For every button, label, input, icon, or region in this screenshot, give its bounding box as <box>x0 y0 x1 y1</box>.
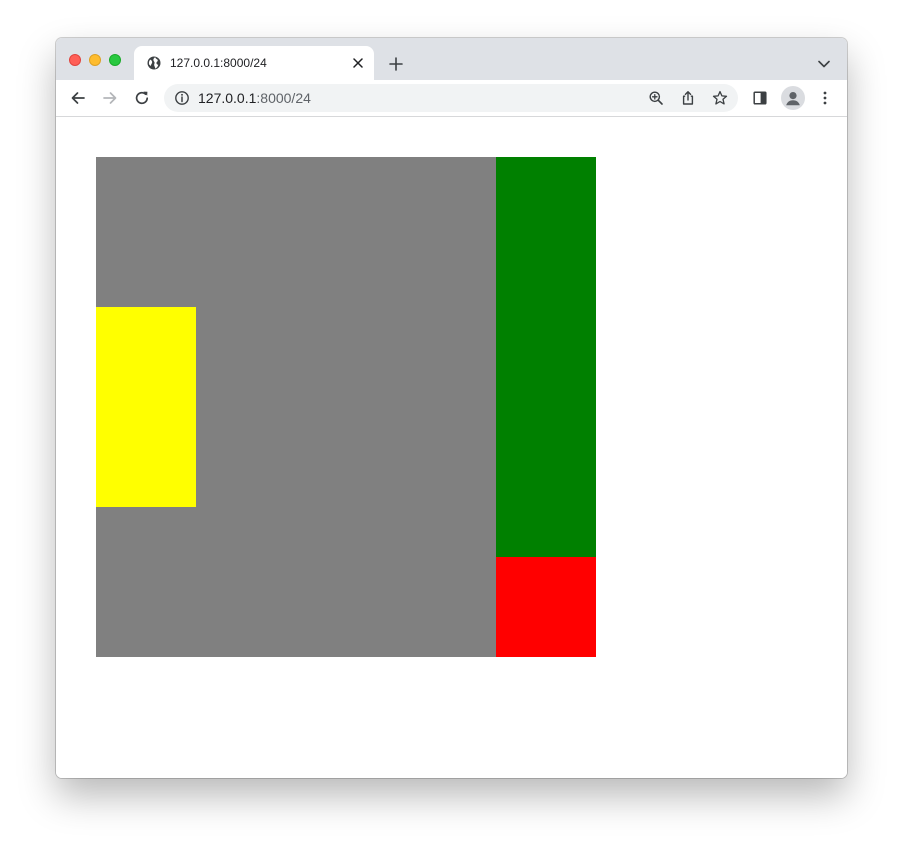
green-box <box>496 157 596 557</box>
url-host: 127.0.0.1 <box>198 90 257 106</box>
forward-button[interactable] <box>98 86 122 110</box>
arrow-right-icon <box>102 90 118 106</box>
info-icon[interactable] <box>174 90 190 106</box>
tab-title: 127.0.0.1:8000/24 <box>170 56 267 70</box>
window-maximize-button[interactable] <box>109 54 121 66</box>
profile-icon[interactable] <box>781 86 805 110</box>
plus-icon <box>389 57 403 71</box>
menu-button[interactable] <box>813 86 837 110</box>
kebab-menu-icon <box>817 90 833 106</box>
reload-icon <box>134 90 150 106</box>
window-close-button[interactable] <box>69 54 81 66</box>
back-button[interactable] <box>66 86 90 110</box>
star-icon[interactable] <box>711 89 729 107</box>
reload-button[interactable] <box>130 86 154 110</box>
yellow-box <box>96 307 196 507</box>
tab-strip: 127.0.0.1:8000/24 <box>56 38 847 80</box>
close-icon[interactable] <box>350 55 366 71</box>
url-path: :8000/24 <box>256 90 311 106</box>
window-minimize-button[interactable] <box>89 54 101 66</box>
page-viewport <box>56 117 847 778</box>
browser-window: 127.0.0.1:8000/24 127.0.0.1:8000/24 <box>56 38 847 778</box>
side-panel-button[interactable] <box>748 86 772 110</box>
tab-search-button[interactable] <box>814 54 834 74</box>
share-icon[interactable] <box>679 89 697 107</box>
address-bar[interactable]: 127.0.0.1:8000/24 <box>164 84 738 112</box>
url-text[interactable]: 127.0.0.1:8000/24 <box>198 90 311 106</box>
chevron-down-icon <box>818 60 830 68</box>
new-tab-button[interactable] <box>384 52 408 76</box>
side-panel-icon <box>752 90 768 106</box>
active-tab[interactable]: 127.0.0.1:8000/24 <box>134 46 374 80</box>
globe-icon <box>146 55 162 71</box>
red-box <box>496 557 596 657</box>
zoom-in-icon[interactable] <box>647 89 665 107</box>
browser-toolbar: 127.0.0.1:8000/24 <box>56 80 847 117</box>
arrow-left-icon <box>70 90 86 106</box>
